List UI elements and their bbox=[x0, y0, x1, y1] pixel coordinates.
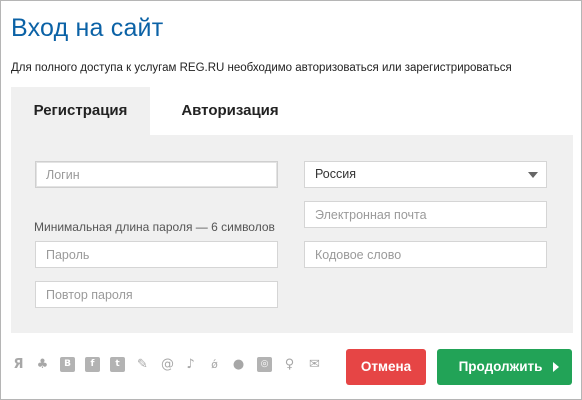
continue-button-label: Продолжить bbox=[458, 359, 543, 374]
tiktok-icon[interactable]: ♪ bbox=[183, 357, 198, 372]
password-input[interactable] bbox=[35, 241, 278, 268]
cancel-button-label: Отмена bbox=[360, 359, 412, 374]
dialog-title: Вход на сайт bbox=[11, 14, 164, 42]
tab-authorization[interactable]: Авторизация bbox=[150, 87, 310, 135]
dialog-subtitle: Для полного доступа к услугам REG.RU нео… bbox=[11, 62, 512, 74]
registration-form: Минимальная длина пароля — 6 символов Ро… bbox=[11, 135, 573, 333]
person-icon[interactable]: ♣ bbox=[35, 357, 50, 372]
auth-tabs: Регистрация Авторизация bbox=[11, 87, 573, 135]
twitter-icon[interactable]: t bbox=[110, 357, 125, 372]
facebook-icon[interactable]: f bbox=[85, 357, 100, 372]
repeat-password-input[interactable] bbox=[35, 281, 278, 308]
email-input[interactable] bbox=[304, 201, 547, 228]
country-select[interactable]: Россия bbox=[304, 161, 547, 188]
mail-at-icon[interactable]: @ bbox=[160, 357, 175, 372]
pen-icon[interactable]: ✎ bbox=[135, 357, 150, 372]
login-dialog: Вход на сайт Для полного доступа к услуг… bbox=[0, 0, 582, 400]
instagram-icon[interactable]: ◎ bbox=[257, 357, 272, 372]
codeword-input[interactable] bbox=[304, 241, 547, 268]
chevron-down-icon bbox=[528, 172, 538, 178]
cancel-button[interactable]: Отмена bbox=[346, 349, 426, 385]
email-check-icon[interactable]: ✉ bbox=[307, 357, 322, 372]
continue-button[interactable]: Продолжить bbox=[437, 349, 572, 385]
country-select-value: Россия bbox=[315, 167, 356, 181]
password-hint: Минимальная длина пароля — 6 символов bbox=[34, 220, 275, 234]
arrow-right-icon bbox=[553, 362, 559, 372]
login-input[interactable] bbox=[35, 161, 278, 188]
yandex-icon[interactable]: Я bbox=[11, 357, 26, 372]
vk-icon[interactable]: B bbox=[60, 357, 75, 372]
github-icon[interactable]: ● bbox=[231, 357, 246, 372]
odnoklassniki-icon[interactable]: ♀ bbox=[282, 357, 297, 372]
openid-icon[interactable]: ǿ bbox=[207, 357, 222, 372]
tab-registration[interactable]: Регистрация bbox=[11, 87, 150, 135]
